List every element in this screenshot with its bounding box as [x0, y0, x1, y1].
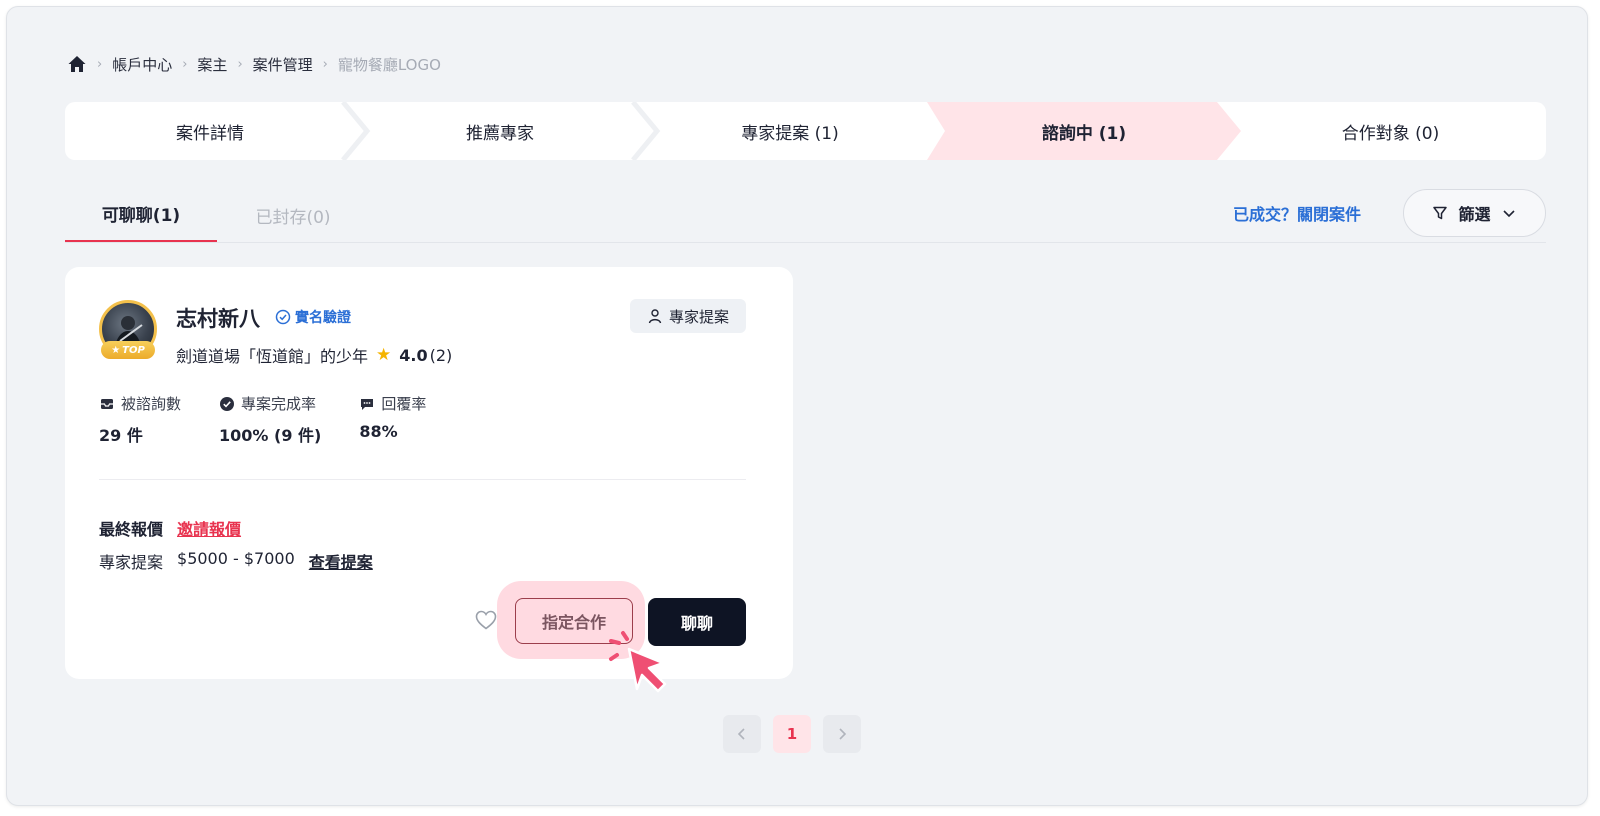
step-label: 諮詢中 (1): [1041, 123, 1127, 144]
star-icon: ★: [111, 344, 121, 356]
breadcrumb: › 帳戶中心 › 案主 › 案件管理 › 寵物餐廳LOGO: [67, 51, 441, 77]
tab-divider: [65, 242, 1546, 243]
step-label: 合作對象 (0): [1341, 123, 1440, 144]
step-recommended-experts[interactable]: 推薦專家: [355, 102, 661, 160]
stat-value: 29 件: [99, 426, 143, 445]
home-icon[interactable]: [67, 54, 87, 74]
rating-value: 4.0: [399, 345, 428, 365]
tab-chat-available[interactable]: 可聊聊(1): [65, 187, 217, 243]
step-label: 案件詳情: [176, 123, 244, 144]
step-divider-icon: [631, 102, 661, 160]
final-quote-label: 最終報價: [99, 520, 164, 539]
close-case-link[interactable]: 已成交？關閉案件: [1233, 201, 1361, 225]
final-quote-row: 最終報價 邀請報價: [99, 516, 241, 540]
expert-card: ★ TOP 志村新八 實名驗證 專家提案 劍道道場「恆道館」的少年 ★ 4.0 …: [65, 267, 793, 679]
chevron-right-icon: ›: [322, 56, 328, 72]
verified-label: 實名驗證: [295, 310, 351, 326]
breadcrumb-item-client[interactable]: 案主: [197, 54, 227, 75]
step-partners[interactable]: 合作對象 (0): [1235, 102, 1546, 160]
filter-icon: [1433, 206, 1448, 220]
page-button-current[interactable]: 1: [773, 715, 811, 753]
stat-reply-rate: 回覆率 88%: [359, 393, 426, 446]
stat-value: 88%: [359, 422, 398, 441]
chevron-right-icon: [839, 728, 847, 740]
stat-label: 回覆率: [381, 395, 427, 413]
rating-count: (2): [429, 345, 453, 365]
top-badge: ★ TOP: [101, 341, 155, 359]
stat-label: 專案完成率: [241, 395, 317, 413]
expert-name[interactable]: 志村新八: [176, 303, 260, 333]
pagination: 1: [723, 715, 861, 753]
filter-label: 篩選: [1458, 205, 1491, 224]
breadcrumb-item-account[interactable]: 帳戶中心: [112, 54, 172, 75]
proposal-row: 專家提案 $5000 - $7000 查看提案: [99, 549, 373, 573]
proposal-label: 專家提案: [99, 553, 164, 572]
step-progress: 案件詳情 推薦專家 專家提案 (1) 諮詢中 (1) 合作對象 (0): [65, 102, 1546, 160]
next-page-button[interactable]: [823, 715, 861, 753]
stat-label: 被諮詢數: [121, 395, 182, 413]
chevron-down-icon: [1502, 210, 1515, 218]
step-case-details[interactable]: 案件詳情: [65, 102, 371, 160]
step-consulting[interactable]: 諮詢中 (1): [927, 102, 1241, 160]
proposal-tag-label: 專家提案: [668, 307, 729, 326]
proposal-tag: 專家提案: [630, 299, 746, 333]
heart-icon[interactable]: [474, 608, 498, 632]
tab-bar: 可聊聊(1) 已封存(0): [65, 187, 369, 243]
user-icon: [648, 309, 662, 324]
expert-bio-row: 劍道道場「恆道館」的少年 ★ 4.0 (2): [176, 343, 452, 367]
card-divider: [99, 479, 746, 480]
chat-bubble-icon: [361, 398, 374, 410]
tab-archived[interactable]: 已封存(0): [217, 187, 369, 243]
step-label: 推薦專家: [466, 123, 534, 144]
verified-badge: 實名驗證: [275, 307, 351, 327]
app-frame: › 帳戶中心 › 案主 › 案件管理 › 寵物餐廳LOGO 案件詳情 推薦專家 …: [6, 6, 1588, 806]
invite-quote-link[interactable]: 邀請報價: [177, 516, 241, 540]
stat-value: 100% (9 件): [219, 426, 322, 445]
step-label: 專家提案 (1): [741, 123, 839, 144]
pointer-cursor-icon: [609, 631, 667, 693]
top-badge-label: TOP: [122, 344, 145, 356]
star-icon: ★: [376, 345, 392, 365]
check-circle-icon: [220, 396, 235, 411]
chevron-right-icon: ›: [182, 56, 188, 72]
inbox-icon: [101, 398, 113, 409]
breadcrumb-item-case-management[interactable]: 案件管理: [253, 54, 313, 75]
step-divider-icon: [341, 102, 371, 160]
step-expert-proposals[interactable]: 專家提案 (1): [645, 102, 935, 160]
breadcrumb-current: 寵物餐廳LOGO: [337, 55, 441, 74]
prev-page-button[interactable]: [723, 715, 761, 753]
chevron-left-icon: [737, 728, 745, 740]
stat-completion-rate: 專案完成率 100% (9 件): [219, 393, 321, 446]
chevron-right-icon: ›: [97, 56, 103, 72]
stat-consultations: 被諮詢數 29 件: [99, 393, 181, 446]
check-circle-icon: [275, 309, 291, 325]
expert-bio: 劍道道場「恆道館」的少年: [176, 347, 369, 366]
chevron-right-icon: ›: [237, 56, 243, 72]
view-proposal-link[interactable]: 查看提案: [309, 549, 373, 573]
proposal-range: $5000 - $7000: [177, 549, 295, 568]
filter-button[interactable]: 篩選: [1403, 189, 1546, 237]
expert-stats: 被諮詢數 29 件 專案完成率 100% (9 件) 回覆率 88%: [99, 393, 464, 446]
